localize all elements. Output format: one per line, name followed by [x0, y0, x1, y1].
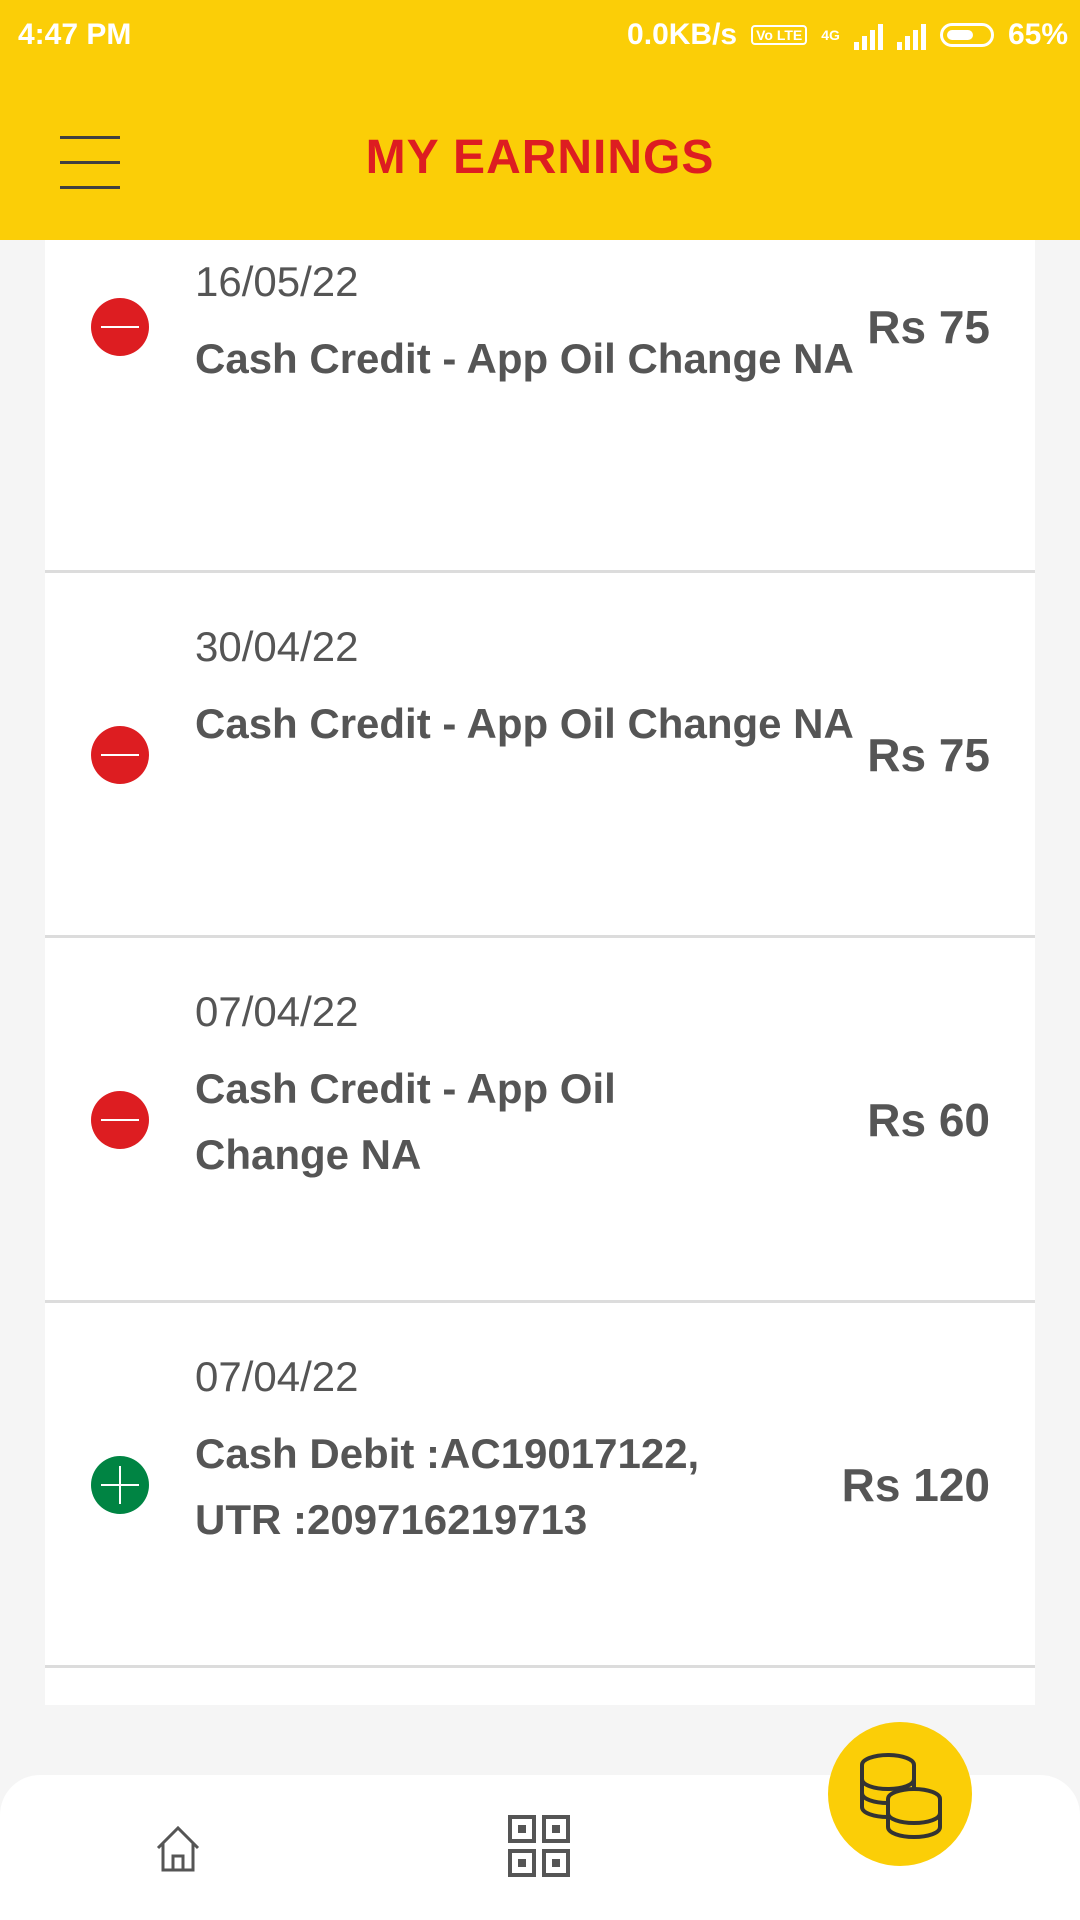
minus-icon — [91, 1091, 149, 1149]
page-title: MY EARNINGS — [365, 131, 715, 184]
list-item[interactable]: 07/04/22 Cash Credit - App Oil Change NA… — [45, 938, 1035, 1303]
earnings-fab[interactable] — [828, 1722, 972, 1866]
qr-code-icon[interactable] — [508, 1815, 570, 1877]
transaction-description: Cash Credit - App Oil Change NA — [195, 335, 854, 382]
net-speed: 0.0KB/s — [627, 18, 738, 51]
transaction-amount: Rs 120 — [841, 1459, 990, 1511]
transaction-date: 07/04/22 — [195, 1353, 359, 1400]
status-time: 4:47 PM — [18, 18, 132, 51]
battery-icon — [939, 23, 994, 47]
transaction-description: Cash Credit - App Oil Change NA — [195, 1065, 616, 1178]
list-item[interactable]: 30/04/22 Cash Credit - App Oil Change NA… — [45, 573, 1035, 938]
minus-icon — [91, 298, 149, 356]
transaction-amount: Rs 60 — [867, 1094, 990, 1146]
plus-icon — [91, 1456, 149, 1514]
network-type: 4G — [821, 27, 840, 43]
volte-icon: Vo LTE — [751, 25, 808, 45]
app-header: 4:47 PM 0.0KB/s Vo LTE 4G 65% MY EARNING… — [0, 0, 1080, 240]
transaction-amount: Rs 75 — [867, 301, 990, 353]
coins-icon — [860, 1753, 942, 1839]
battery-percent: 65% — [1007, 18, 1068, 51]
earnings-list[interactable]: 16/05/22 Cash Credit - App Oil Change NA… — [45, 240, 1035, 1705]
transaction-date: 16/05/22 — [195, 258, 359, 305]
transaction-date: 30/04/22 — [195, 623, 359, 670]
status-icons: 0.0KB/s Vo LTE 4G 65% — [627, 18, 1068, 52]
minus-icon — [91, 726, 149, 784]
transaction-description: Cash Credit - App Oil Change NA — [195, 700, 854, 747]
status-bar: 4:47 PM 0.0KB/s Vo LTE 4G 65% — [0, 0, 1080, 72]
transaction-amount: Rs 75 — [867, 729, 990, 781]
signal-icon-2 — [896, 20, 926, 50]
list-item[interactable]: 07/04/22 Cash Debit :AC19017122, UTR :20… — [45, 1303, 1035, 1668]
list-item[interactable]: 16/05/22 Cash Credit - App Oil Change NA… — [45, 240, 1035, 573]
transaction-date: 07/04/22 — [195, 988, 359, 1035]
home-icon[interactable] — [152, 1822, 204, 1874]
transaction-description: Cash Debit :AC19017122, UTR :20971621971… — [195, 1430, 700, 1543]
signal-icon — [853, 20, 883, 50]
